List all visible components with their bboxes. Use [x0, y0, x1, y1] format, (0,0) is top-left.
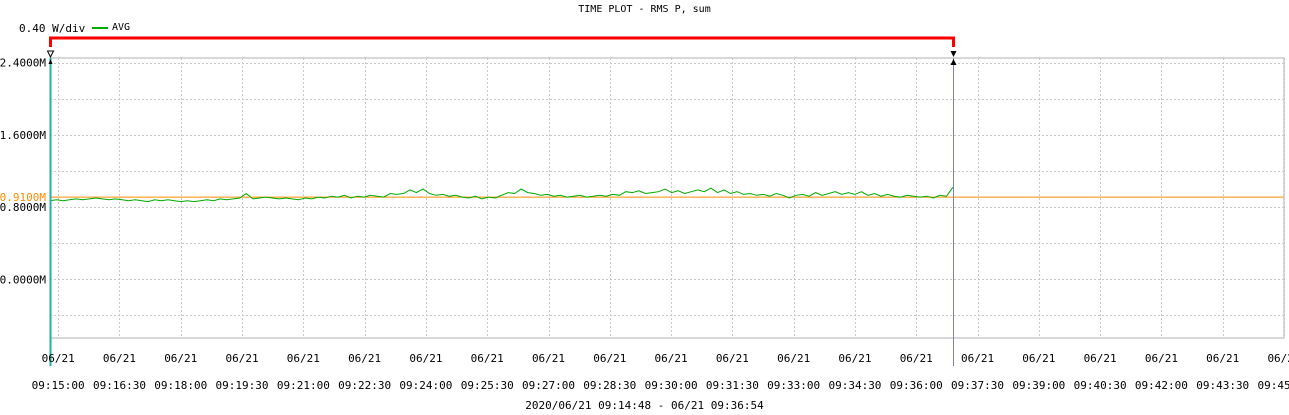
x-tick-time: 09:28:30: [583, 379, 636, 392]
time-plot-chart: 0.9100M 2.4000M 1.6000M 0.8000M 0.0000M 06/…: [0, 36, 1289, 392]
x-tick-time: 09:39:00: [1012, 379, 1065, 392]
series-layer: [49, 186, 954, 203]
y-tick-label: 0.8000M: [0, 201, 46, 214]
x-tick-time: 09:24:00: [399, 379, 452, 392]
x-tick-date: 06/21: [42, 352, 75, 365]
cursor-range-bracket: [49, 36, 955, 47]
x-tick-time: 09:40:30: [1074, 379, 1127, 392]
x-tick-date: 06/21: [287, 352, 320, 365]
x-tick-date: 06/21: [471, 352, 504, 365]
x-tick-time: 09:21:00: [277, 379, 330, 392]
x-tick-date: 06/21: [1145, 352, 1178, 365]
x-tick-date: 06/21: [593, 352, 626, 365]
scale-label: 0.40 W/div: [19, 22, 86, 35]
x-tick-date: 06/21: [838, 352, 871, 365]
x-tick-date: 06/21: [225, 352, 258, 365]
x-tick-date: 06/21: [103, 352, 136, 365]
x-tick-time: 09:27:00: [522, 379, 575, 392]
legend[interactable]: AVG: [92, 22, 130, 33]
x-tick-time: 09:16:30: [93, 379, 146, 392]
series-line-avg: [49, 186, 954, 203]
cursor-layer[interactable]: [46, 36, 957, 366]
x-tick-date: 06/21: [1022, 352, 1055, 365]
x-tick-date: 06/21: [777, 352, 810, 365]
y-tick-label: 1.6000M: [0, 129, 46, 142]
x-axis-ticks: 06/21 09:15:00 06/21 09:16:30 06/21 09:18:00 0…: [32, 352, 1289, 392]
time-range-label: 2020/06/21 09:14:48 - 06/21 09:36:54: [525, 399, 764, 412]
x-tick-date: 06/21: [1084, 352, 1117, 365]
x-tick-time: 09:18:00: [154, 379, 207, 392]
x-tick-date: 06/21: [532, 352, 565, 365]
x-tick-time: 09:43:30: [1196, 379, 1249, 392]
x-tick-time: 09:25:30: [461, 379, 514, 392]
x-tick-time: 09:45:00: [1258, 379, 1289, 392]
reference-line-layer: 0.9100M: [0, 191, 1284, 204]
x-tick-date: 06/21: [900, 352, 933, 365]
chart-title: TIME PLOT - RMS P, sum: [578, 4, 711, 15]
cursor-b-bottom-marker: [950, 59, 957, 65]
cursor-b-top-marker: [950, 51, 957, 57]
x-tick-date: 06/21: [1267, 352, 1289, 365]
x-tick-date: 06/21: [961, 352, 994, 365]
grid-lines: [49, 57, 1285, 339]
x-tick-time: 09:22:30: [338, 379, 391, 392]
x-tick-time: 09:31:30: [706, 379, 759, 392]
x-tick-date: 06/21: [655, 352, 688, 365]
x-tick-time: 09:37:30: [951, 379, 1004, 392]
x-tick-time: 09:15:00: [32, 379, 85, 392]
legend-label-avg: AVG: [112, 22, 131, 33]
y-tick-label: 0.0000M: [0, 273, 46, 286]
x-tick-date: 06/21: [409, 352, 442, 365]
legend-swatch-avg: [92, 26, 108, 29]
x-tick-time: 09:30:00: [645, 379, 698, 392]
cursor-a-bottom-marker: [48, 59, 53, 64]
x-tick-time: 09:34:30: [828, 379, 881, 392]
y-axis-ticks: 2.4000M 1.6000M 0.8000M 0.0000M: [0, 57, 46, 287]
x-tick-date: 06/21: [1206, 352, 1239, 365]
cursor-a-top-marker: [46, 50, 55, 59]
x-tick-date: 06/21: [716, 352, 749, 365]
x-tick-time: 09:33:00: [767, 379, 820, 392]
x-tick-time: 09:19:30: [216, 379, 269, 392]
x-tick-time: 09:36:00: [890, 379, 943, 392]
y-tick-label: 2.4000M: [0, 57, 46, 70]
x-tick-date: 06/21: [348, 352, 381, 365]
x-tick-time: 09:42:00: [1135, 379, 1188, 392]
x-tick-date: 06/21: [164, 352, 197, 365]
